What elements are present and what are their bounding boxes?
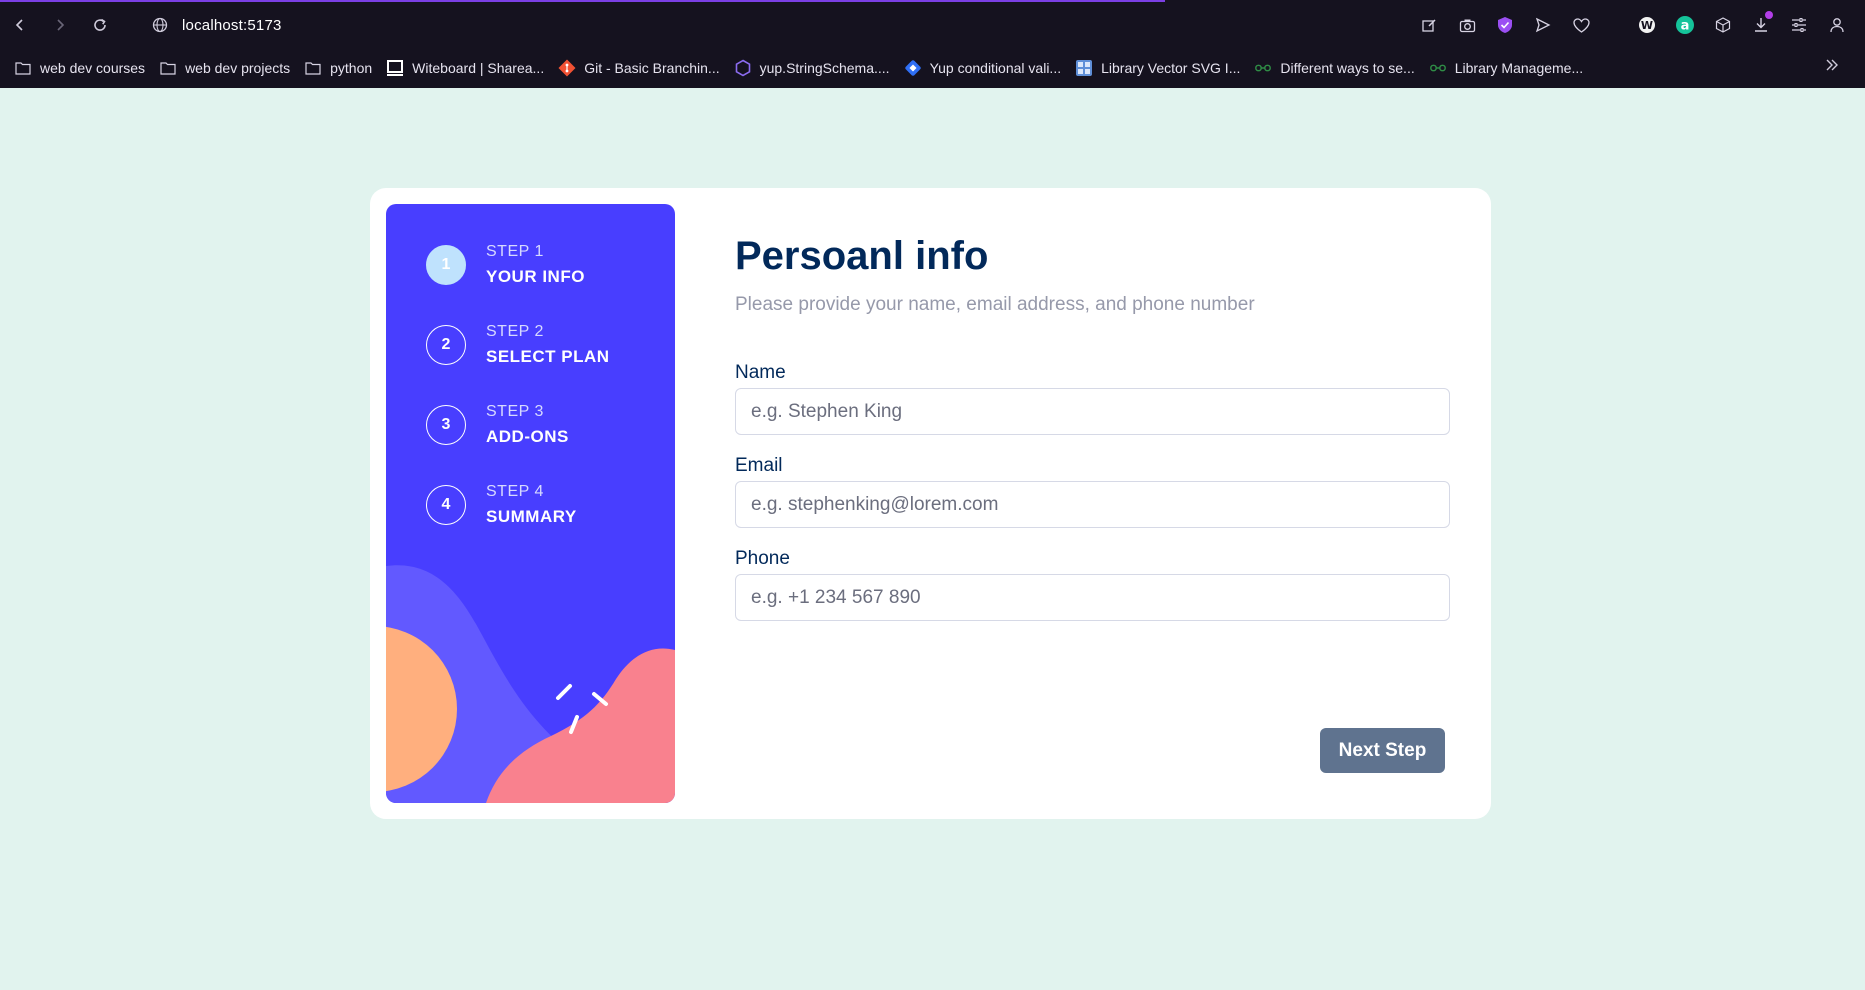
bookmarks-bar: web dev courses web dev projects python … [0,48,1865,88]
email-input[interactable] [735,481,1450,528]
svg-text:a: a [1681,19,1690,34]
bookmark-web-dev-courses[interactable]: web dev courses [14,59,145,77]
step-label: STEP 2 [486,323,544,340]
name-label: Name [735,362,786,383]
bookmark-label: yup.StringSchema.... [759,60,890,76]
bookmark-label: Git - Basic Branchin... [584,60,720,76]
step-title: SUMMARY [486,507,577,526]
step-label: STEP 1 [486,243,544,260]
git-icon [558,59,576,77]
step-item-your-info[interactable]: 1 STEP 1 YOUR INFO [426,243,585,287]
step-item-add-ons[interactable]: 3 STEP 3 ADD-ONS [426,403,569,447]
step-number-badge: 1 [426,245,466,285]
bookmark-yup-conditional[interactable]: Yup conditional vali... [904,59,1062,77]
chevron-right-icon [57,19,65,31]
grammar-extension-icon[interactable]: a [1673,13,1697,37]
gfg-icon [1254,59,1272,77]
dash-shape [556,684,572,700]
bookmark-python[interactable]: python [304,59,372,77]
camera-icon[interactable] [1455,13,1479,37]
step-title: ADD-ONS [486,427,569,446]
folder-icon [304,59,322,77]
chevron-left-icon [15,19,23,31]
browser-toolbar: localhost:5173 W a [0,2,1865,48]
step-number-badge: 2 [426,325,466,365]
phone-label: Phone [735,548,790,569]
step-number-badge: 4 [426,485,466,525]
svg-text:W: W [1641,19,1653,32]
bookmark-label: web dev courses [40,60,146,76]
step-number-badge: 3 [426,405,466,445]
toolbar-right: W a [1417,2,1849,48]
email-label: Email [735,455,783,476]
bookmark-different-ways[interactable]: Different ways to se... [1254,59,1415,77]
cube-icon[interactable] [1711,13,1735,37]
bookmark-web-dev-projects[interactable]: web dev projects [159,59,290,77]
name-input[interactable] [735,388,1450,435]
send-icon[interactable] [1531,13,1555,37]
diamond-icon [904,59,922,77]
step-item-select-plan[interactable]: 2 STEP 2 SELECT PLAN [426,323,610,367]
settings-sliders-icon[interactable] [1787,13,1811,37]
step-title: SELECT PLAN [486,347,610,366]
page-title: Persoanl info [735,234,989,278]
reload-icon [94,18,106,31]
site-info-icon[interactable] [150,15,170,35]
address-bar[interactable]: localhost:5173 [182,17,282,34]
form-card: 1 STEP 1 YOUR INFO 2 STEP 2 SELECT PLAN … [370,188,1491,819]
bookmark-label: python [330,60,373,76]
folder-icon [14,59,32,77]
globe-icon [152,17,168,33]
bookmark-library-management[interactable]: Library Manageme... [1429,59,1583,77]
phone-input[interactable] [735,574,1450,621]
profile-icon[interactable] [1825,13,1849,37]
bookmark-library-vector-svg[interactable]: Library Vector SVG I... [1075,59,1240,77]
page-subtitle: Please provide your name, email address,… [735,294,1255,315]
bookmark-yup-stringschema[interactable]: yup.StringSchema.... [734,59,890,77]
bookmark-label: Different ways to se... [1280,60,1415,76]
step-label: STEP 3 [486,403,544,420]
back-button[interactable] [8,13,32,37]
reload-button[interactable] [88,13,112,37]
browser-chrome: localhost:5173 W a web dev courses web d… [0,0,1865,88]
forward-button[interactable] [48,13,72,37]
edit-icon[interactable] [1417,13,1441,37]
w-extension-icon[interactable]: W [1635,13,1659,37]
steps-sidebar: 1 STEP 1 YOUR INFO 2 STEP 2 SELECT PLAN … [386,204,675,803]
bookmark-label: Witeboard | Sharea... [412,60,545,76]
bookmark-witeboard[interactable]: Witeboard | Sharea... [386,59,544,77]
yup-icon [734,59,752,77]
svgrepo-icon [1075,59,1093,77]
folder-icon [159,59,177,77]
bookmark-label: web dev projects [185,60,291,76]
bookmark-label: Library Manageme... [1454,60,1584,76]
step-item-summary[interactable]: 4 STEP 4 SUMMARY [426,483,577,527]
gfg-icon [1429,59,1447,77]
step-label: STEP 4 [486,483,544,500]
bookmark-label: Library Vector SVG I... [1101,60,1241,76]
heart-icon[interactable] [1569,13,1593,37]
form-main: Persoanl info Please provide your name, … [735,188,1455,819]
witeboard-icon [386,59,404,77]
bookmark-git-branching[interactable]: Git - Basic Branchin... [558,59,720,77]
download-icon[interactable] [1749,11,1773,37]
step-title: YOUR INFO [486,267,585,286]
bookmark-label: Yup conditional vali... [929,60,1062,76]
download-badge [1765,11,1773,19]
shield-icon[interactable] [1493,13,1517,37]
bookmarks-overflow-icon[interactable] [1825,58,1839,76]
next-step-button[interactable]: Next Step [1320,728,1445,773]
